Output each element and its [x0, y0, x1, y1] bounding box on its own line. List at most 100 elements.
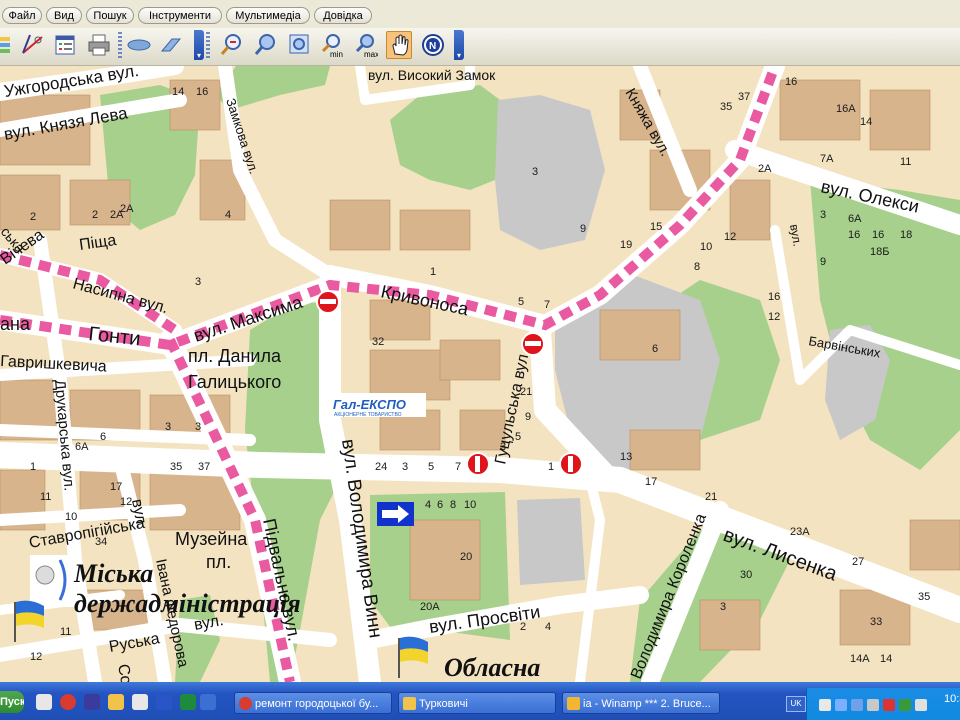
svg-text:24: 24: [375, 461, 387, 473]
language-indicator[interactable]: UK: [786, 696, 806, 712]
svg-text:1: 1: [30, 461, 36, 473]
task-button-winamp[interactable]: ia - Winamp *** 2. Bruce...: [562, 692, 720, 714]
legend-icon: [55, 35, 75, 55]
svg-text:12: 12: [120, 496, 132, 508]
menu-view[interactable]: Вид: [46, 7, 82, 24]
svg-text:20: 20: [460, 551, 472, 563]
svg-text:2: 2: [92, 209, 98, 221]
toolbar-overflow-chevron[interactable]: ▾: [194, 30, 204, 60]
svg-text:13: 13: [620, 451, 632, 463]
outlook-icon[interactable]: [156, 694, 172, 710]
menu-multimedia[interactable]: Мультимедіа: [226, 7, 310, 24]
svg-text:19: 19: [620, 239, 632, 251]
legend-button[interactable]: [52, 31, 78, 59]
folder-icon: [403, 697, 416, 710]
menu-help[interactable]: Довідка: [314, 7, 372, 24]
folder-icon[interactable]: [108, 694, 124, 710]
north-button[interactable]: N: [420, 31, 446, 59]
svg-text:max: max: [364, 50, 378, 59]
view-button[interactable]: [126, 31, 152, 59]
svg-text:16A: 16A: [836, 103, 856, 115]
svg-text:6: 6: [100, 431, 106, 443]
svg-text:5: 5: [515, 431, 521, 443]
map-canvas[interactable]: Ужгородська вул. вул. Князя Лева Замкова…: [0, 66, 960, 682]
svg-text:18: 18: [900, 229, 912, 241]
svg-text:11: 11: [40, 491, 51, 503]
svg-text:21: 21: [705, 491, 717, 503]
print-button[interactable]: [86, 31, 112, 59]
svg-text:2A: 2A: [120, 203, 134, 215]
svg-text:11: 11: [60, 626, 71, 638]
svg-text:5: 5: [518, 296, 524, 308]
zoom-icon: [254, 34, 275, 55]
street-muzeina: Музейна: [175, 529, 248, 549]
menu-file[interactable]: Файл: [2, 7, 42, 24]
svg-text:16: 16: [785, 76, 797, 88]
svg-text:16: 16: [196, 86, 208, 98]
word-icon[interactable]: [200, 694, 216, 710]
svg-text:15: 15: [650, 221, 662, 233]
task-button-browser[interactable]: ремонт городоцької бу...: [234, 692, 392, 714]
zoom-in-button[interactable]: [218, 31, 244, 59]
galexpo-subtitle: АКЦІОНЕРНЕ ТОВАРИСТВО: [334, 412, 402, 418]
task-label: Турковичі: [419, 698, 468, 710]
antivirus-icon[interactable]: [883, 699, 895, 711]
svg-text:12: 12: [768, 311, 780, 323]
menu-search[interactable]: Пошук: [86, 7, 134, 24]
shield-icon[interactable]: [899, 699, 911, 711]
svg-text:2A: 2A: [758, 163, 772, 175]
winamp-icon: [567, 697, 580, 710]
toolbar-overflow-chevron-2[interactable]: ▾: [454, 30, 464, 60]
svg-text:9: 9: [820, 256, 826, 268]
svg-text:3: 3: [195, 276, 201, 288]
svg-text:16: 16: [768, 291, 780, 303]
eraser-button[interactable]: [158, 31, 184, 59]
layers-button[interactable]: [0, 31, 18, 59]
svg-text:4: 4: [545, 621, 551, 633]
city-admin-label-1: Міська: [73, 559, 153, 588]
zoom-window-icon: [289, 34, 309, 54]
zoom-button[interactable]: [252, 31, 278, 59]
svg-text:23A: 23A: [790, 526, 810, 538]
city-admin-emblem: [30, 555, 76, 607]
measure-button[interactable]: [20, 31, 46, 59]
volume-icon[interactable]: [915, 699, 927, 711]
zoom-max-button[interactable]: max: [352, 31, 378, 59]
menu-tools[interactable]: Інструменти: [138, 7, 222, 24]
print-icon: [88, 34, 110, 56]
galexpo-name: Гал-ЕКСПО: [333, 397, 406, 412]
svg-text:10: 10: [700, 241, 712, 253]
zoom-min-button[interactable]: min: [318, 31, 344, 59]
save-icon[interactable]: [84, 694, 100, 710]
svg-text:33: 33: [870, 616, 882, 628]
street-halytskoho: Галицького: [188, 372, 281, 392]
zoom-window-button[interactable]: [286, 31, 312, 59]
network-icon[interactable]: [835, 699, 847, 711]
no-entry-sign: [466, 452, 490, 476]
svg-text:4: 4: [425, 499, 431, 511]
start-button[interactable]: Пуск: [0, 691, 24, 713]
street-vysokyi-zamok: вул. Високий Замок: [368, 67, 496, 83]
zoom-max-icon: max: [355, 34, 378, 59]
menu-bar: Файл Вид Пошук Інструменти Мультимедіа Д…: [0, 0, 960, 29]
chrome-icon[interactable]: [60, 694, 76, 710]
measure-icon: [22, 34, 43, 54]
bluetooth-icon[interactable]: [819, 699, 831, 711]
excel-icon[interactable]: [180, 694, 196, 710]
svg-text:16: 16: [848, 229, 860, 241]
app-icon[interactable]: [132, 694, 148, 710]
display-icon[interactable]: [851, 699, 863, 711]
usb-icon[interactable]: [867, 699, 879, 711]
city-map[interactable]: Ужгородська вул. вул. Князя Лева Замкова…: [0, 66, 960, 682]
svg-text:35: 35: [170, 461, 182, 473]
svg-text:35: 35: [918, 591, 930, 603]
eraser-icon: [160, 38, 182, 52]
clock[interactable]: 10:3: [944, 693, 960, 705]
svg-text:2: 2: [30, 211, 36, 223]
task-button-folder[interactable]: Турковичі: [398, 692, 556, 714]
pan-button[interactable]: [386, 31, 412, 59]
svg-text:14A: 14A: [850, 653, 870, 665]
svg-text:10: 10: [464, 499, 476, 511]
desktop-icon[interactable]: [36, 694, 52, 710]
street-fragment-so: Со: [114, 663, 134, 682]
